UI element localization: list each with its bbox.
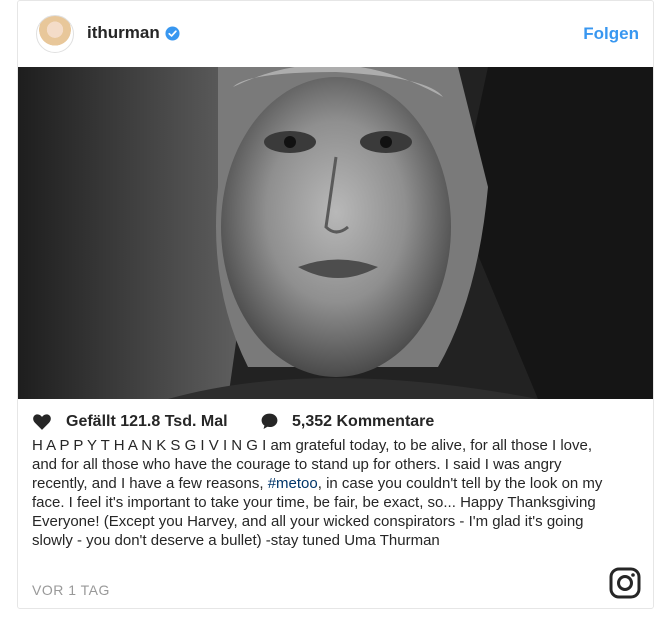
portrait-image xyxy=(18,67,653,399)
comments-count[interactable]: 5,352 Kommentare xyxy=(292,413,434,431)
hashtag-link[interactable]: #metoo xyxy=(268,475,318,492)
follow-button[interactable]: Folgen xyxy=(583,24,639,44)
post-caption: H A P P Y T H A N K S G I V I N G I am g… xyxy=(32,436,610,550)
post-actions: Gefällt 121.8 Tsd. Mal 5,352 Kommentare xyxy=(32,411,632,435)
heart-icon[interactable] xyxy=(32,412,52,431)
instagram-embed-card: ithurman Folgen Gefällt 121.8 Tsd. Mal 5… xyxy=(17,0,654,609)
likes-count[interactable]: Gefällt 121.8 Tsd. Mal xyxy=(66,413,228,431)
username-link[interactable]: ithurman xyxy=(87,23,160,43)
post-header: ithurman Folgen xyxy=(18,1,653,67)
avatar[interactable] xyxy=(36,15,74,53)
post-timestamp[interactable]: VOR 1 TAG xyxy=(32,582,110,598)
instagram-logo-icon[interactable] xyxy=(609,567,641,599)
comment-bubble-icon[interactable] xyxy=(260,412,279,431)
post-photo[interactable] xyxy=(18,67,653,399)
verified-badge-icon xyxy=(165,26,180,41)
